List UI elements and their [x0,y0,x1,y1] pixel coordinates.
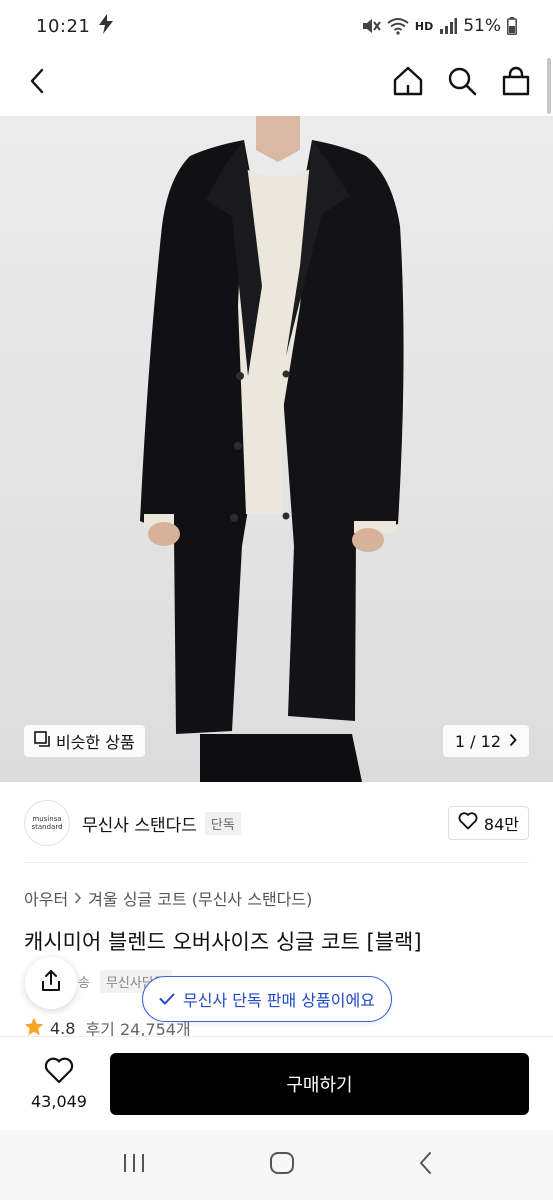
home-nav-button[interactable] [269,1151,295,1179]
scroll-indicator [547,58,551,114]
favorite-count: 43,049 [31,1091,87,1111]
page-counter-text: 1 / 12 [454,731,501,751]
divider [24,862,529,863]
search-button[interactable] [445,66,479,100]
charging-bolt-icon [98,13,114,39]
cart-button[interactable] [499,66,533,100]
breadcrumb-category[interactable]: 아우터 [24,886,68,910]
home-button[interactable] [391,66,425,100]
app-header [0,52,553,114]
brand-row: musinsa standard 무신사 스탠다드 단독 84만 [0,796,553,850]
share-button[interactable] [25,957,77,1009]
check-icon [159,990,175,1009]
favorite-button[interactable]: 43,049 [24,1057,94,1111]
recent-apps-button[interactable] [121,1152,147,1178]
rating-value: 4.8 [50,1018,76,1038]
signal-icon [439,18,458,34]
system-nav-bar [0,1130,553,1200]
header-actions [391,66,533,100]
share-icon [39,969,63,997]
exclusive-tag: 단독 [204,811,241,835]
similar-products-icon [34,731,50,751]
toast-message: 무신사 단독 판매 상품이에요 [183,991,375,1010]
similar-products-button[interactable]: 비슷한 상품 [24,725,145,757]
heart-icon [458,812,478,834]
similar-products-label: 비슷한 상품 [56,733,135,752]
product-photo [140,116,404,782]
chevron-right-icon [74,889,82,908]
wifi-icon [387,17,409,35]
chevron-left-icon [29,68,45,98]
hd-voice-label: HD [414,19,434,33]
search-icon [447,66,477,100]
battery-icon [507,17,517,35]
home-icon [392,65,424,101]
product-image-gallery[interactable]: 비슷한 상품 1 / 12 [0,116,553,782]
shopping-bag-icon [501,66,531,100]
breadcrumb-subcategory[interactable]: 겨울 싱글 코트 (무신사 스탠다드) [88,886,312,910]
brand-like-button[interactable]: 84만 [447,806,529,840]
battery-percent: 51% [463,16,501,36]
heart-icon [44,1057,74,1088]
status-icons: HD 51% [361,16,517,36]
image-page-counter[interactable]: 1 / 12 [442,725,529,757]
chevron-right-icon [509,732,517,751]
brand-name[interactable]: 무신사 스탠다드 [82,811,197,836]
status-bar: 10:21 HD 51% [0,0,553,52]
shipping-info: 송 [78,976,90,991]
bottom-purchase-bar: 43,049 구매하기 [0,1036,553,1130]
product-title: 캐시미어 블렌드 오버사이즈 싱글 코트 [블랙] [24,930,422,954]
back-nav-button[interactable] [418,1151,432,1179]
status-time: 10:21 [36,15,91,37]
brand-like-count: 84만 [483,815,519,834]
back-button[interactable] [20,66,54,100]
mute-icon [361,17,381,35]
breadcrumb: 아우터 겨울 싱글 코트 (무신사 스탠다드) [24,886,312,910]
buy-button[interactable]: 구매하기 [110,1052,529,1115]
brand-logo[interactable]: musinsa standard [24,800,70,846]
